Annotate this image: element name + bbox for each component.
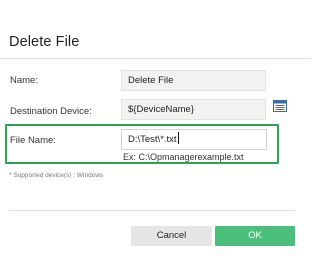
file-name-value: D:\Test\*.txt — [128, 134, 177, 145]
file-name-hint: Ex: C:\Opmanagerexample.txt — [123, 152, 244, 162]
ok-button[interactable]: OK — [215, 226, 295, 246]
dialog-title: Delete File — [9, 34, 80, 50]
name-field[interactable]: Delete File — [121, 70, 266, 91]
device-list-icon[interactable] — [273, 99, 287, 112]
destination-device-field[interactable]: ${DeviceName} — [121, 99, 266, 120]
name-label: Name: — [10, 75, 38, 86]
supported-devices-note: * Supported device(s) : Windows — [9, 172, 104, 179]
footer-divider — [9, 210, 295, 211]
destination-device-label: Destination Device: — [10, 106, 92, 117]
text-caret — [177, 132, 179, 144]
cancel-button[interactable]: Cancel — [131, 226, 212, 246]
file-name-input[interactable]: D:\Test\*.txt — [121, 129, 267, 150]
file-name-label: File Name: — [10, 135, 56, 146]
title-divider — [0, 58, 311, 59]
